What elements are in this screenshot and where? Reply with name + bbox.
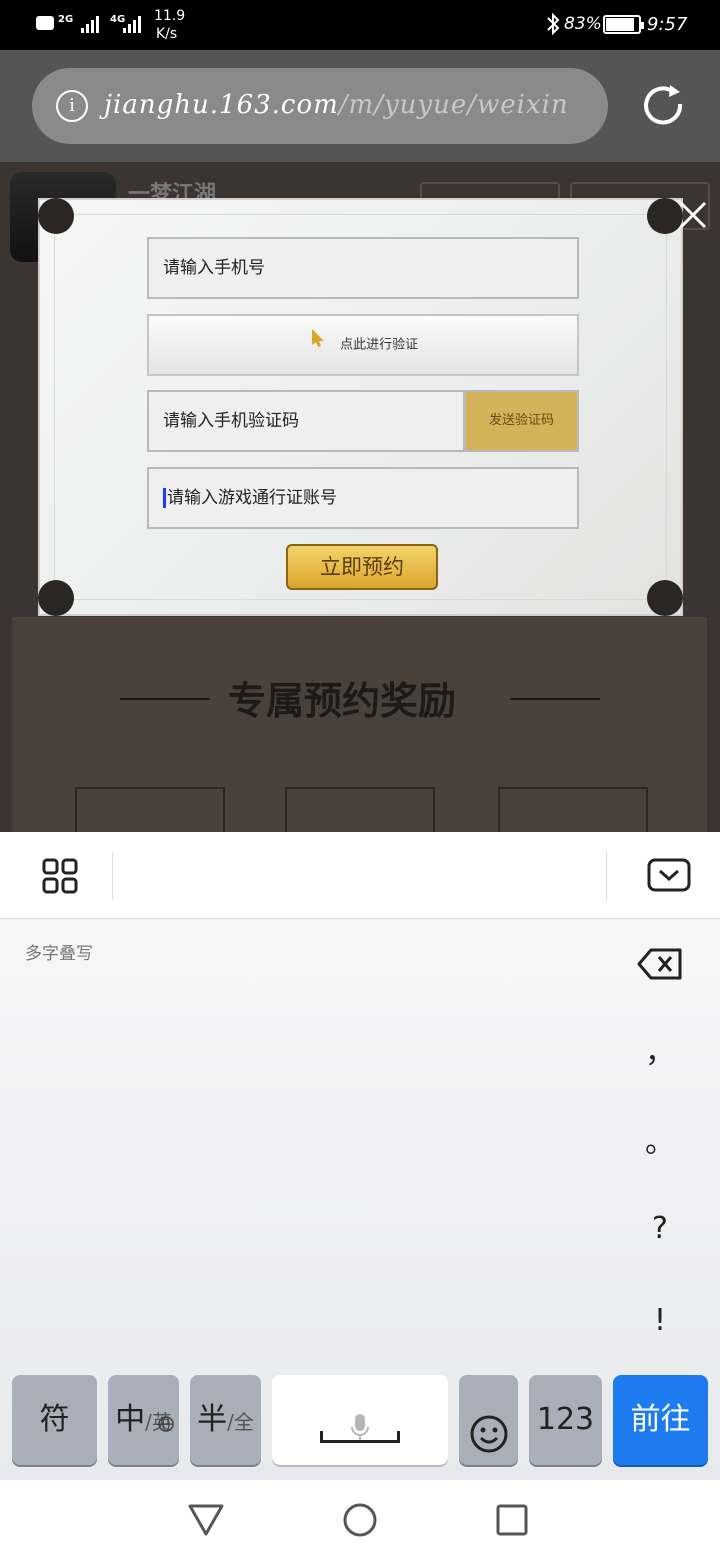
signal-bars-icon bbox=[80, 12, 102, 34]
punct-key-period[interactable]: 。 bbox=[640, 1117, 680, 1161]
language-toggle-key[interactable]: 中/英 bbox=[108, 1375, 179, 1465]
phone-input[interactable]: 请输入手机号 bbox=[147, 237, 579, 299]
battery-icon bbox=[603, 15, 644, 34]
space-bar-icon bbox=[320, 1431, 400, 1443]
title-divider-left bbox=[120, 698, 210, 700]
reload-icon[interactable] bbox=[640, 82, 688, 134]
reservation-dialog: 请输入手机号 点此进行验证 请输入手机验证码 发送验证码 请输入游戏通行证账号 … bbox=[38, 198, 683, 616]
reserve-now-button[interactable]: 立即预约 bbox=[286, 544, 438, 590]
url-field[interactable]: i jianghu.163.com/m/yuyue/weixin bbox=[32, 68, 608, 144]
toolbar-divider bbox=[112, 852, 113, 900]
width-toggle-key[interactable]: 半/全 bbox=[190, 1375, 261, 1465]
reward-frame bbox=[285, 787, 435, 832]
go-key[interactable]: 前往 bbox=[613, 1375, 708, 1465]
punct-key-exclaim[interactable]: ! bbox=[640, 1303, 680, 1338]
hide-keyboard-icon[interactable] bbox=[647, 858, 691, 896]
globe-icon bbox=[157, 1379, 175, 1469]
title-divider-right bbox=[510, 698, 600, 700]
back-triangle-icon[interactable] bbox=[186, 1502, 226, 1542]
recents-square-icon[interactable] bbox=[496, 1504, 528, 1540]
send-code-button[interactable]: 发送验证码 bbox=[464, 390, 579, 452]
handwriting-hint: 多字叠写 bbox=[25, 944, 93, 964]
captcha-verify-button[interactable]: 点此进行验证 bbox=[147, 314, 579, 376]
reward-frame bbox=[498, 787, 648, 832]
url-text: jianghu.163.com/m/yuyue/weixin bbox=[104, 90, 569, 120]
net-speed-value: 11.9 bbox=[154, 8, 186, 24]
home-circle-icon[interactable] bbox=[342, 1502, 378, 1542]
backspace-icon[interactable] bbox=[637, 947, 683, 985]
smiley-icon bbox=[469, 1400, 509, 1490]
symbols-key[interactable]: 符 bbox=[12, 1375, 97, 1465]
browser-address-bar: i jianghu.163.com/m/yuyue/weixin bbox=[0, 50, 720, 162]
info-icon[interactable]: i bbox=[56, 90, 88, 122]
captcha-verify-label: 点此进行验证 bbox=[340, 337, 419, 353]
battery-percent: 83% bbox=[564, 14, 602, 34]
toolbar-divider bbox=[606, 852, 607, 900]
text-cursor bbox=[163, 488, 166, 508]
corner-ornament bbox=[647, 580, 683, 616]
hd-icon bbox=[36, 16, 54, 30]
keyboard-toolbar bbox=[0, 832, 720, 919]
system-nav-bar bbox=[0, 1480, 720, 1560]
corner-ornament bbox=[38, 198, 74, 234]
clock: 9:57 bbox=[647, 14, 688, 35]
corner-ornament bbox=[38, 580, 74, 616]
handwriting-keyboard[interactable]: 多字叠写 ， 。 ? ! 符 中/英 半/全 123 前往 bbox=[0, 919, 720, 1480]
section-title: 专属预约奖励 bbox=[228, 678, 457, 723]
close-icon[interactable] bbox=[676, 198, 710, 236]
numbers-key[interactable]: 123 bbox=[529, 1375, 602, 1465]
punct-key-comma[interactable]: ， bbox=[640, 1027, 680, 1071]
net-speed-unit: K/s bbox=[156, 26, 178, 42]
url-domain: jianghu.163.com bbox=[104, 90, 339, 120]
reward-frame bbox=[75, 787, 225, 832]
pointer-click-icon bbox=[308, 316, 330, 374]
signal-2g-label: 2G bbox=[58, 14, 74, 25]
punct-key-question[interactable]: ? bbox=[640, 1211, 680, 1246]
bluetooth-icon bbox=[546, 12, 560, 40]
url-path: /m/yuyue/weixin bbox=[338, 90, 569, 120]
sms-code-input[interactable]: 请输入手机验证码 bbox=[147, 390, 465, 452]
emoji-key[interactable] bbox=[459, 1375, 518, 1465]
signal-bars-icon bbox=[122, 12, 144, 34]
status-bar: 2G 4G 11.9 K/s 83% 9:57 bbox=[0, 0, 720, 50]
space-key[interactable] bbox=[272, 1375, 448, 1465]
grid-menu-icon[interactable] bbox=[42, 858, 78, 898]
account-input[interactable]: 请输入游戏通行证账号 bbox=[147, 467, 579, 529]
account-placeholder: 请输入游戏通行证账号 bbox=[167, 488, 337, 508]
